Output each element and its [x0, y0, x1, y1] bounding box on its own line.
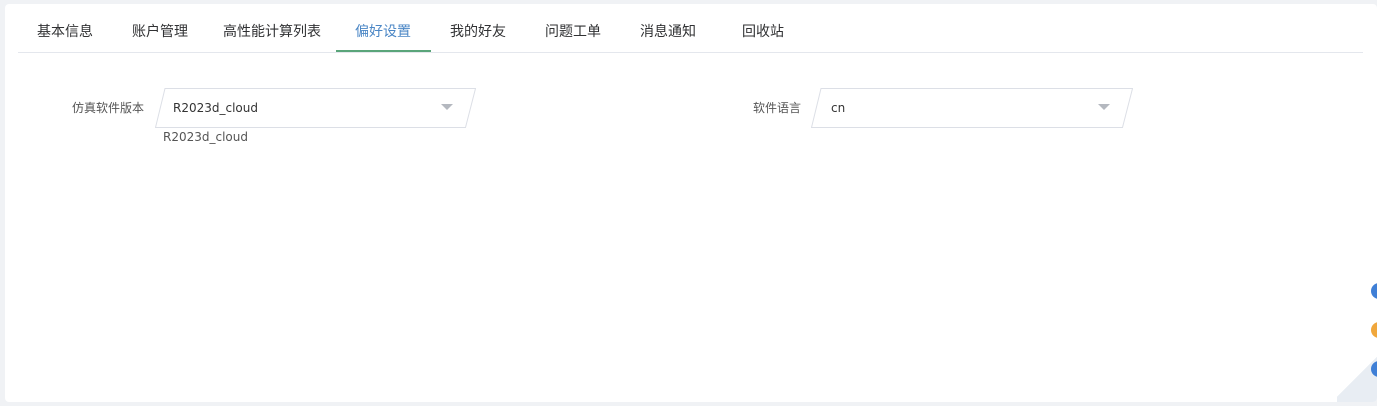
version-select-value: R2023d_cloud [173, 101, 258, 115]
language-select-value: cn [831, 101, 846, 115]
tab-tickets[interactable]: 问题工单 [545, 4, 601, 53]
version-label: 仿真软件版本 [72, 101, 145, 115]
tab-preferences[interactable]: 偏好设置 [355, 4, 411, 53]
tab-basic-info[interactable]: 基本信息 [37, 4, 93, 53]
language-select[interactable]: cn [811, 88, 1133, 128]
caret-down-icon [441, 104, 453, 110]
caret-down-icon [1098, 104, 1110, 110]
tab-bar: 基本信息 账户管理 高性能计算列表 偏好设置 我的好友 问题工单 消息通知 回收… [18, 4, 1363, 53]
tab-notifications[interactable]: 消息通知 [640, 4, 696, 53]
tab-recycle-bin[interactable]: 回收站 [742, 4, 784, 53]
active-tab-indicator [336, 50, 431, 52]
preferences-panel: 基本信息 账户管理 高性能计算列表 偏好设置 我的好友 问题工单 消息通知 回收… [5, 4, 1377, 402]
version-select[interactable]: R2023d_cloud [155, 88, 476, 128]
tab-my-friends[interactable]: 我的好友 [450, 4, 506, 53]
tab-account-management[interactable]: 账户管理 [132, 4, 188, 53]
version-helper-text: R2023d_cloud [163, 130, 248, 144]
language-label: 软件语言 [753, 101, 802, 115]
language-select-frame [811, 88, 1133, 128]
tab-hpc-list[interactable]: 高性能计算列表 [223, 4, 321, 53]
